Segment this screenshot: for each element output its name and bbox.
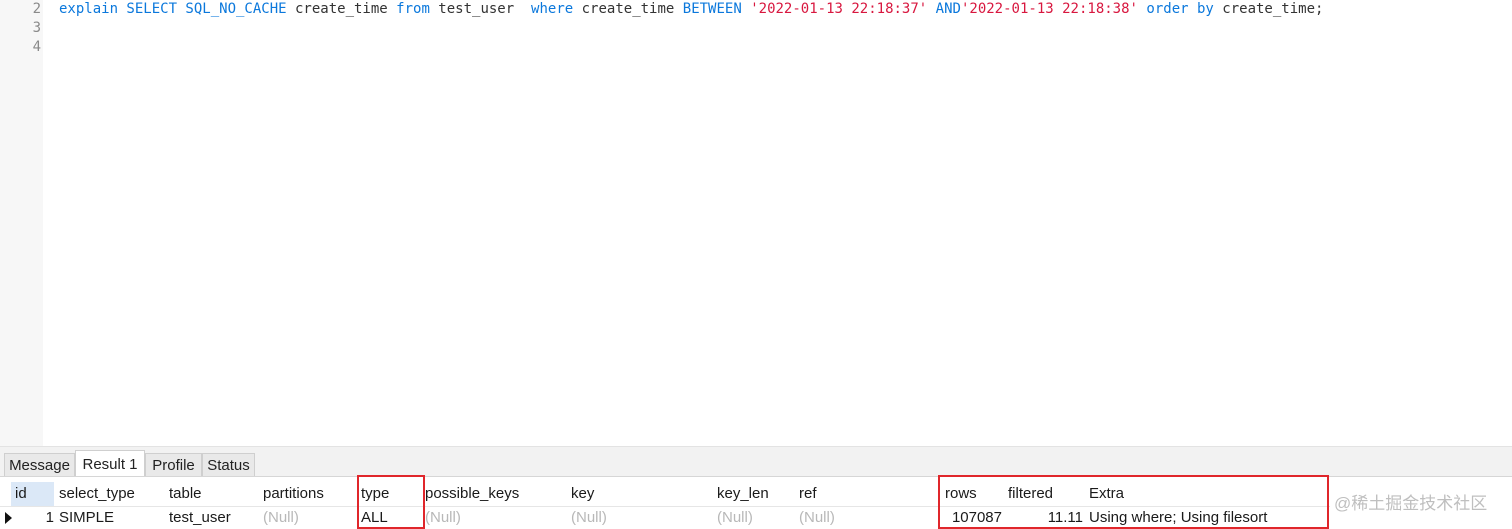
- column-header-key[interactable]: key: [571, 483, 594, 505]
- tab-message[interactable]: Message: [4, 453, 75, 477]
- result-tab-bar: Message Result 1 Profile Status: [0, 446, 1512, 478]
- cell-type[interactable]: ALL: [361, 507, 388, 529]
- column-header-partitions[interactable]: partitions: [263, 483, 324, 505]
- cell-possible-keys[interactable]: (Null): [425, 507, 461, 529]
- watermark: @稀土掘金技术社区: [1334, 494, 1488, 513]
- line-number-gutter: 2 3 4: [0, 0, 43, 446]
- cell-partitions[interactable]: (Null): [263, 507, 299, 529]
- cell-table[interactable]: test_user: [169, 507, 231, 529]
- cell-ref[interactable]: (Null): [799, 507, 835, 529]
- code-line-2[interactable]: explain SELECT SQL_NO_CACHE create_time …: [59, 0, 1323, 19]
- sql-keyword: AND: [935, 1, 961, 17]
- sql-editor[interactable]: 2 3 4 explain SELECT SQL_NO_CACHE create…: [0, 0, 1512, 446]
- tab-status[interactable]: Status: [202, 453, 255, 477]
- column-header-ref[interactable]: ref: [799, 483, 817, 505]
- column-header-possible-keys[interactable]: possible_keys: [425, 483, 519, 505]
- sql-keyword: where: [531, 1, 574, 17]
- sql-keyword: from: [396, 1, 430, 17]
- column-header-select-type[interactable]: select_type: [59, 483, 135, 505]
- sql-text: create_time;: [1213, 1, 1324, 17]
- column-header-type[interactable]: type: [361, 483, 389, 505]
- sql-string: '2022-01-13 22:18:37': [750, 1, 928, 17]
- sql-keyword: explain SELECT SQL_NO_CACHE: [59, 1, 287, 17]
- sql-string: '2022-01-13 22:18:38': [960, 1, 1138, 17]
- line-number: 2: [32, 1, 41, 17]
- current-row-indicator-icon: [5, 512, 12, 524]
- cell-key-len[interactable]: (Null): [717, 507, 753, 529]
- sql-text: test_user: [429, 1, 532, 17]
- tab-profile[interactable]: Profile: [145, 453, 202, 477]
- sql-text: create_time: [286, 1, 397, 17]
- tab-result-1[interactable]: Result 1: [75, 450, 145, 478]
- cell-filtered[interactable]: 11.11: [1008, 507, 1083, 529]
- cell-key[interactable]: (Null): [571, 507, 607, 529]
- sql-keyword: order by: [1146, 1, 1214, 17]
- sql-text: create_time: [573, 1, 683, 17]
- column-header-rows[interactable]: rows: [945, 483, 977, 505]
- cell-select-type[interactable]: SIMPLE: [59, 507, 114, 529]
- result-grid[interactable]: id select_type table partitions type pos…: [0, 476, 1512, 529]
- column-header-filtered[interactable]: filtered: [1008, 483, 1053, 505]
- cell-rows[interactable]: 107087: [945, 507, 1002, 529]
- column-header-table[interactable]: table: [169, 483, 202, 505]
- column-header-extra[interactable]: Extra: [1089, 483, 1124, 505]
- column-header-id[interactable]: id: [15, 483, 27, 505]
- line-number: 4: [32, 39, 41, 55]
- sql-keyword: BETWEEN: [682, 1, 742, 17]
- line-number: 3: [32, 20, 41, 36]
- column-header-key-len[interactable]: key_len: [717, 483, 769, 505]
- cell-id[interactable]: 1: [20, 507, 54, 529]
- cell-extra[interactable]: Using where; Using filesort: [1089, 507, 1267, 529]
